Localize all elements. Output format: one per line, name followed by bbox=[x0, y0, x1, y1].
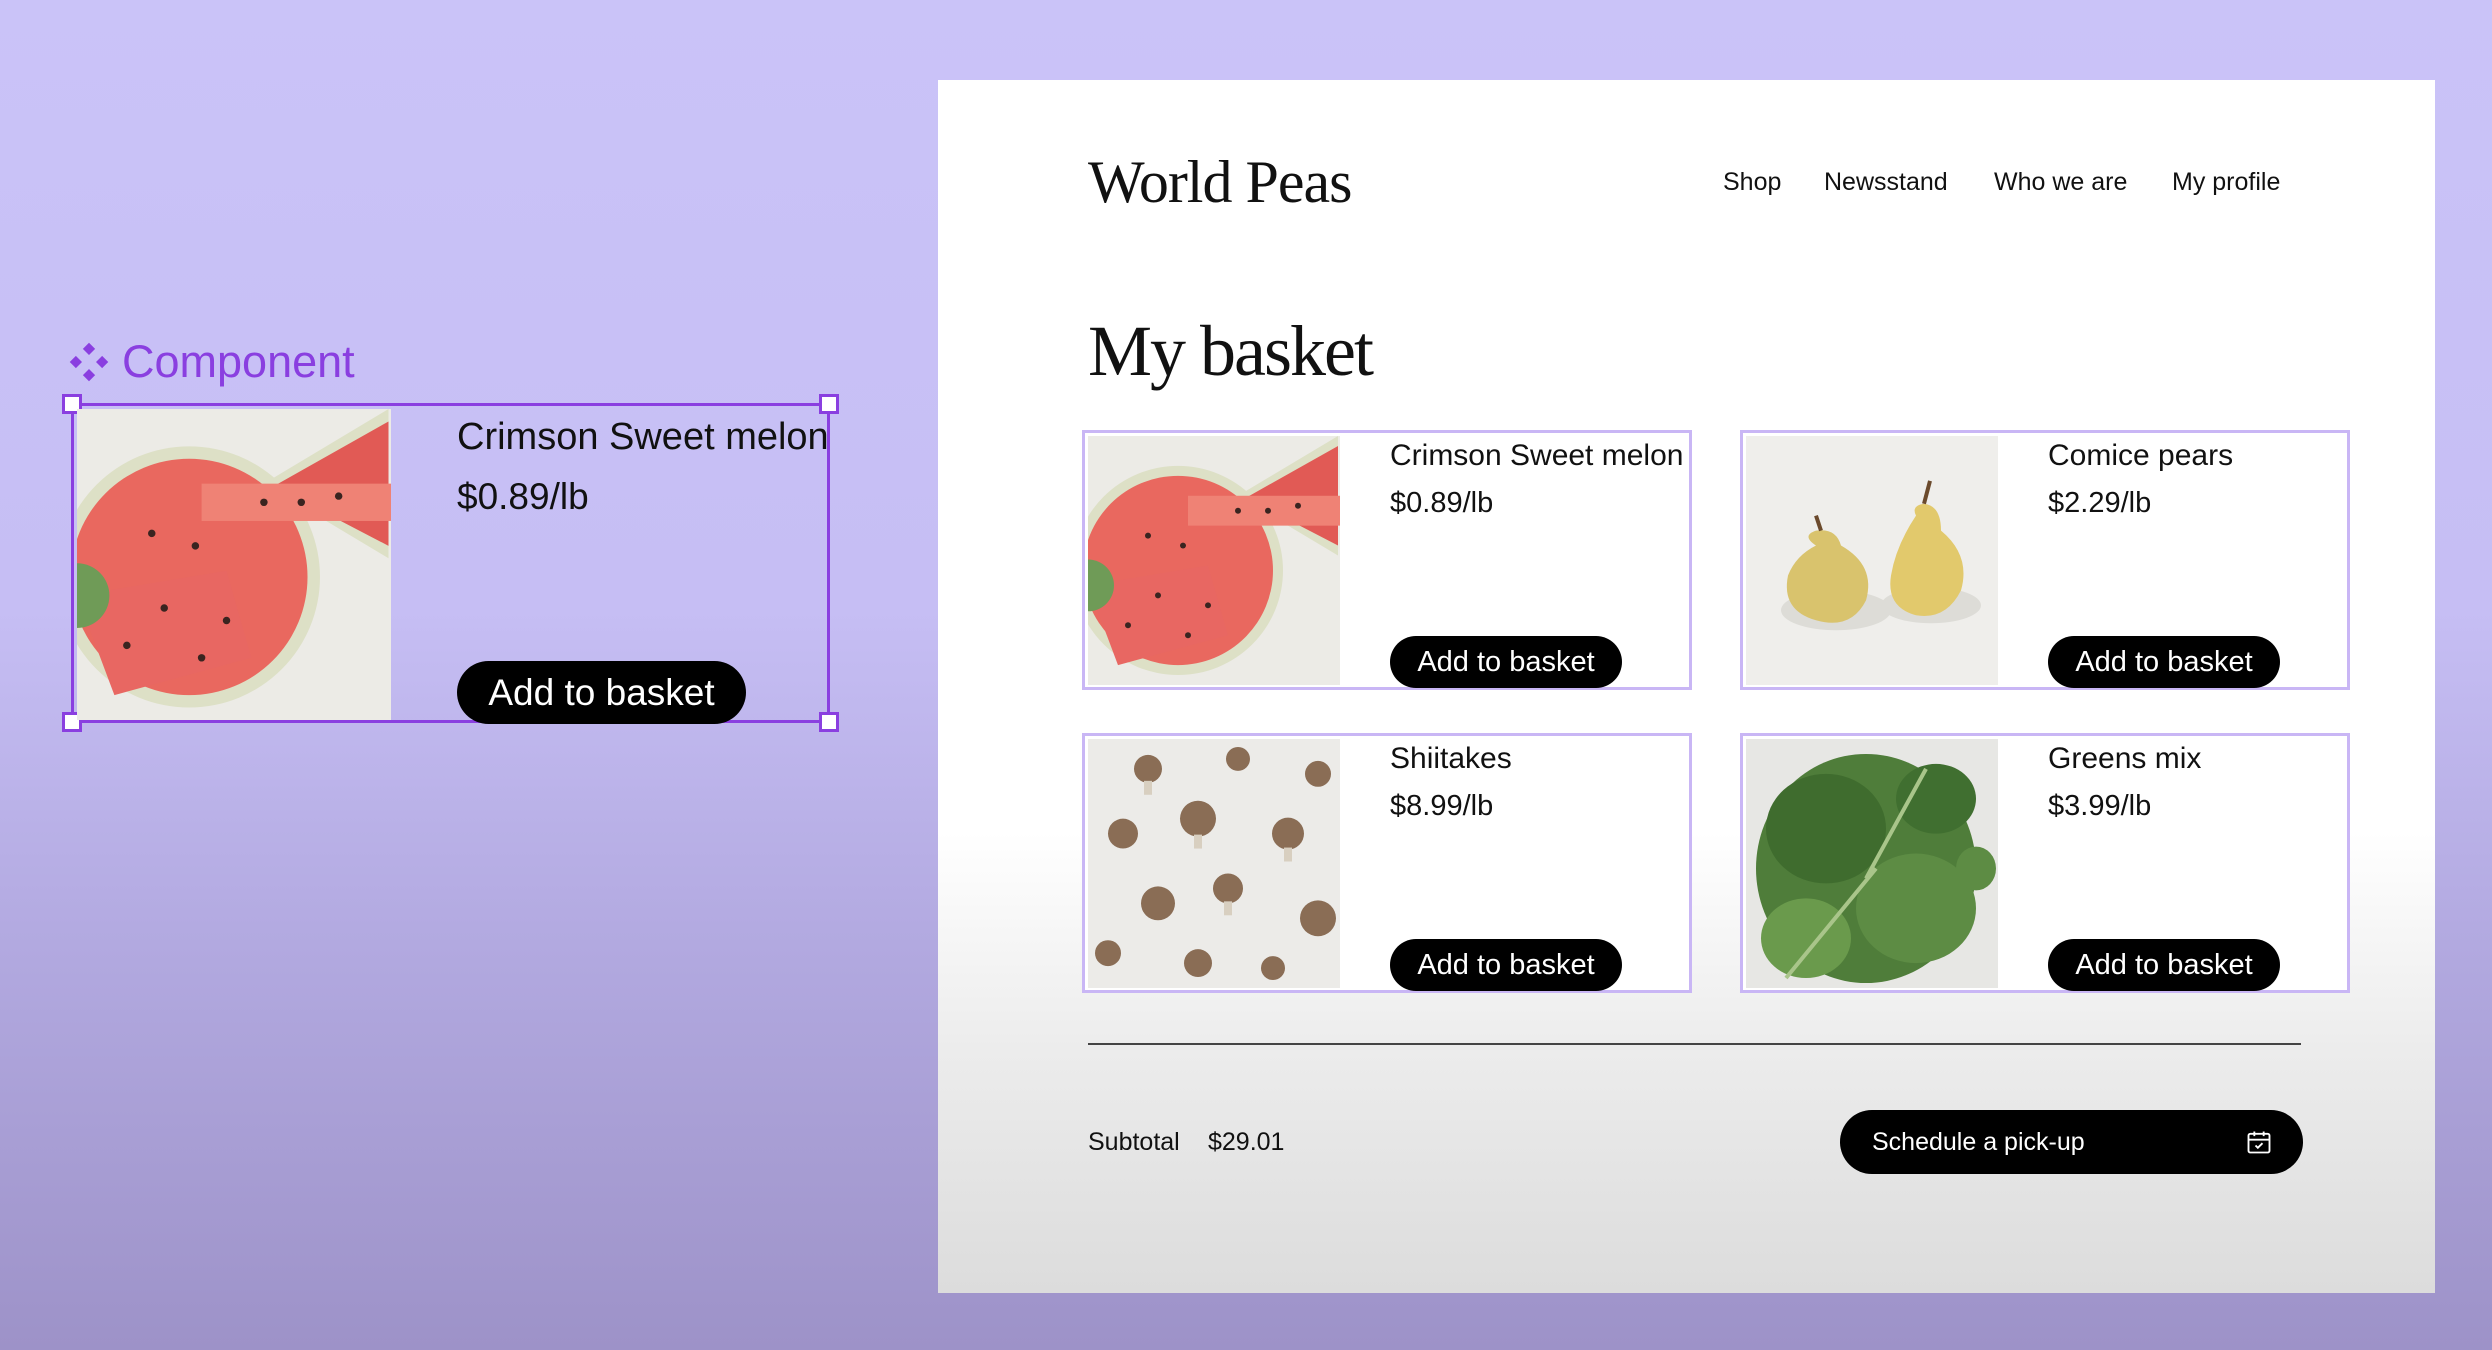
component-product-price: $0.89/lb bbox=[457, 476, 589, 517]
nav-my-profile[interactable]: My profile bbox=[2172, 168, 2280, 197]
greens-image bbox=[1746, 739, 1998, 988]
component-selection-frame[interactable]: Crimson Sweet melon $0.89/lb Add to bask… bbox=[62, 394, 839, 732]
product-name: Crimson Sweet melon bbox=[1390, 439, 1684, 472]
calendar-icon bbox=[2247, 1131, 2271, 1154]
watermelon-image bbox=[1088, 436, 1340, 685]
schedule-pickup-label: Schedule a pick-up bbox=[1872, 1128, 2085, 1156]
component-add-to-basket-button[interactable]: Add to basket bbox=[457, 661, 746, 724]
basket-card: Crimson Sweet melon $0.89/lb Add to bask… bbox=[1082, 430, 1692, 690]
product-name: Shiitakes bbox=[1390, 742, 1512, 775]
add-to-basket-button[interactable]: Add to basket bbox=[2048, 636, 2280, 688]
pears-image bbox=[1746, 436, 1998, 685]
resize-handle-bottom-right[interactable] bbox=[819, 712, 839, 732]
nav-who-we-are[interactable]: Who we are bbox=[1994, 168, 2127, 197]
product-price: $0.89/lb bbox=[1390, 487, 1494, 519]
product-price: $2.29/lb bbox=[2048, 487, 2152, 519]
component-label-text: Component bbox=[122, 336, 355, 387]
component-label: Component bbox=[68, 334, 355, 390]
nav-newsstand[interactable]: Newsstand bbox=[1824, 168, 1948, 197]
basket-card: Greens mix $3.99/lb Add to basket bbox=[1740, 733, 2350, 993]
page-frame: World Peas Shop Newsstand Who we are My … bbox=[938, 80, 2435, 1293]
page-title: My basket bbox=[1088, 311, 1374, 391]
component-product-name: Crimson Sweet melon bbox=[457, 416, 829, 458]
schedule-pickup-button[interactable]: Schedule a pick-up bbox=[1840, 1110, 2303, 1174]
mushrooms-image bbox=[1088, 739, 1340, 988]
divider bbox=[1088, 1043, 2301, 1045]
add-to-basket-button[interactable]: Add to basket bbox=[1390, 636, 1622, 688]
nav-shop[interactable]: Shop bbox=[1723, 168, 1781, 197]
subtotal-label: Subtotal bbox=[1088, 1128, 1180, 1156]
resize-handle-top-right[interactable] bbox=[819, 394, 839, 414]
component-icon bbox=[69, 342, 109, 382]
add-to-basket-button[interactable]: Add to basket bbox=[1390, 939, 1622, 991]
subtotal-value: $29.01 bbox=[1208, 1128, 1285, 1156]
add-to-basket-button[interactable]: Add to basket bbox=[2048, 939, 2280, 991]
main-nav: Shop Newsstand Who we are My profile bbox=[938, 168, 2435, 208]
product-name: Comice pears bbox=[2048, 439, 2234, 472]
product-name: Greens mix bbox=[2048, 742, 2202, 775]
basket-card: Comice pears $2.29/lb Add to basket bbox=[1740, 430, 2350, 690]
product-price: $3.99/lb bbox=[2048, 790, 2152, 822]
product-price: $8.99/lb bbox=[1390, 790, 1494, 822]
basket-card: Shiitakes $8.99/lb Add to basket bbox=[1082, 733, 1692, 993]
watermelon-image bbox=[77, 409, 391, 720]
